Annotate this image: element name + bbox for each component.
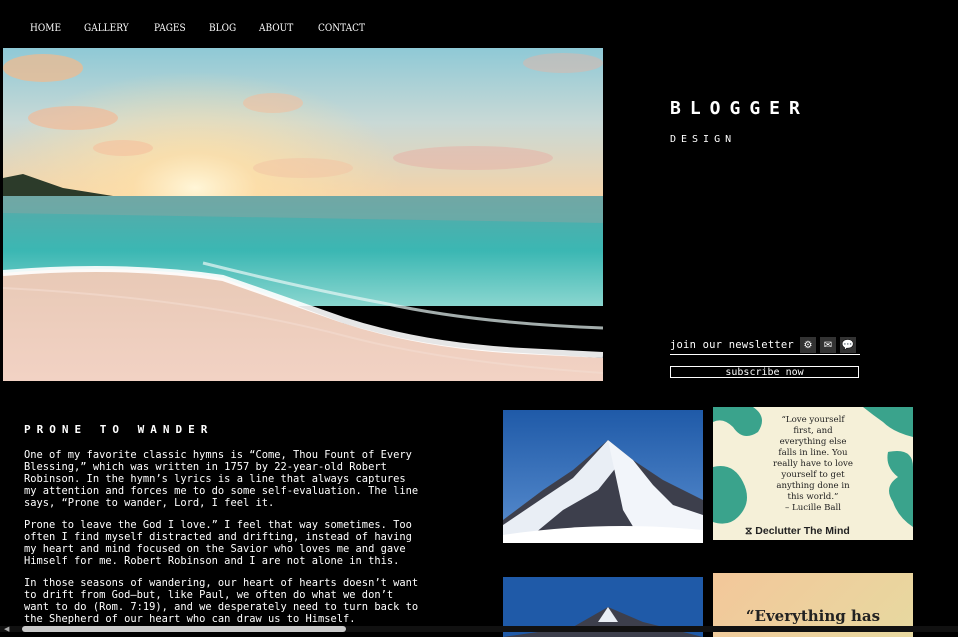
post-paragraph: In those seasons of wandering, our heart…: [24, 577, 419, 625]
site-title: BLOGGER: [670, 98, 809, 119]
nav-blog[interactable]: BLOG: [209, 23, 236, 35]
post-title: PRONE TO WANDER: [24, 423, 214, 436]
nav-home[interactable]: HOME: [30, 23, 61, 35]
newsletter-label: join our newsletter: [670, 339, 794, 351]
newsletter-icons: ⚙ ✉ 💬: [799, 337, 856, 353]
subscribe-button[interactable]: subscribe now: [670, 366, 859, 378]
quote-brand: ⧖ Declutter The Mind: [745, 525, 850, 537]
nav-contact[interactable]: CONTACT: [318, 23, 365, 35]
quote-text: “Love yourself first, and everything els…: [773, 415, 853, 513]
post-paragraph: One of my favorite classic hymns is “Com…: [24, 449, 419, 509]
nav-about[interactable]: ABOUT: [259, 23, 293, 35]
gallery-mountain-image[interactable]: [503, 410, 703, 543]
quote-text-2: “Everything has: [745, 607, 881, 625]
newsletter-bar: join our newsletter ⚙ ✉ 💬: [670, 336, 860, 355]
post-body: One of my favorite classic hymns is “Com…: [24, 449, 424, 635]
main-nav: HOME GALLERY PAGES BLOG ABOUT CONTACT: [30, 23, 390, 35]
x-logo-icon: ⧖: [745, 525, 753, 537]
chat-icon[interactable]: 💬: [839, 337, 856, 353]
envelope-icon[interactable]: ✉: [819, 337, 836, 353]
horizontal-scrollbar[interactable]: ◀: [0, 625, 958, 633]
hero-beach-image: [3, 48, 603, 381]
site-subtitle: DESIGN: [670, 134, 737, 145]
scrollbar-thumb[interactable]: [22, 626, 346, 632]
post-paragraph: Prone to leave the God I love.” I feel t…: [24, 519, 412, 567]
nav-pages[interactable]: PAGES: [154, 23, 186, 35]
gear-icon[interactable]: ⚙: [799, 337, 816, 353]
gallery-quote-card[interactable]: “Love yourself first, and everything els…: [713, 407, 913, 540]
nav-gallery[interactable]: GALLERY: [84, 23, 129, 35]
